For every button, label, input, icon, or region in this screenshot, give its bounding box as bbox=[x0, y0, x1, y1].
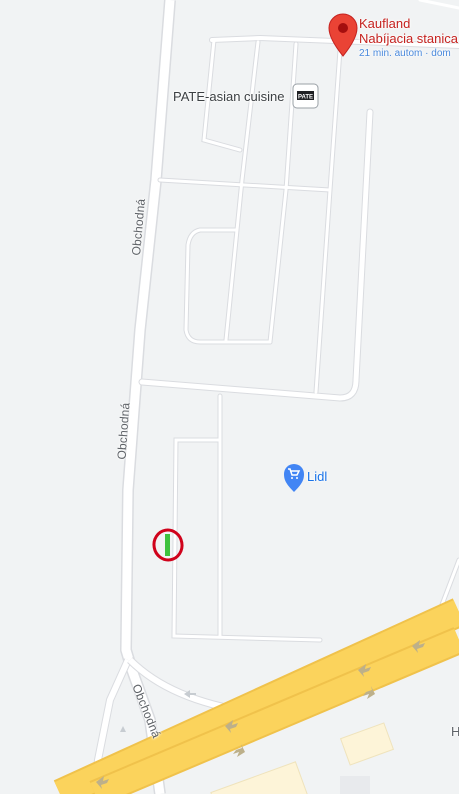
lidl-label[interactable]: Lidl bbox=[307, 469, 327, 484]
pate-label[interactable]: PATE-asian cuisine bbox=[173, 89, 285, 104]
edge-label: H bbox=[451, 724, 459, 739]
highlighted-spot[interactable] bbox=[152, 528, 185, 562]
shopping-cart-pin-icon[interactable] bbox=[284, 464, 304, 492]
svg-text:PATE: PATE bbox=[298, 95, 313, 101]
red-pin-icon[interactable] bbox=[328, 13, 358, 57]
map-canvas[interactable]: PATE bbox=[0, 0, 459, 794]
kaufland-subtitle: 21 min. autom · dom bbox=[359, 48, 451, 59]
green-marker bbox=[165, 534, 170, 556]
kaufland-label[interactable]: Kaufland Nabíjacia stanica 21 min. autom… bbox=[359, 16, 458, 61]
restaurant-logo-icon[interactable]: PATE bbox=[292, 83, 319, 109]
kaufland-name-line1: Kaufland bbox=[359, 16, 411, 31]
kaufland-name-line2: Nabíjacia stanica bbox=[359, 31, 458, 46]
